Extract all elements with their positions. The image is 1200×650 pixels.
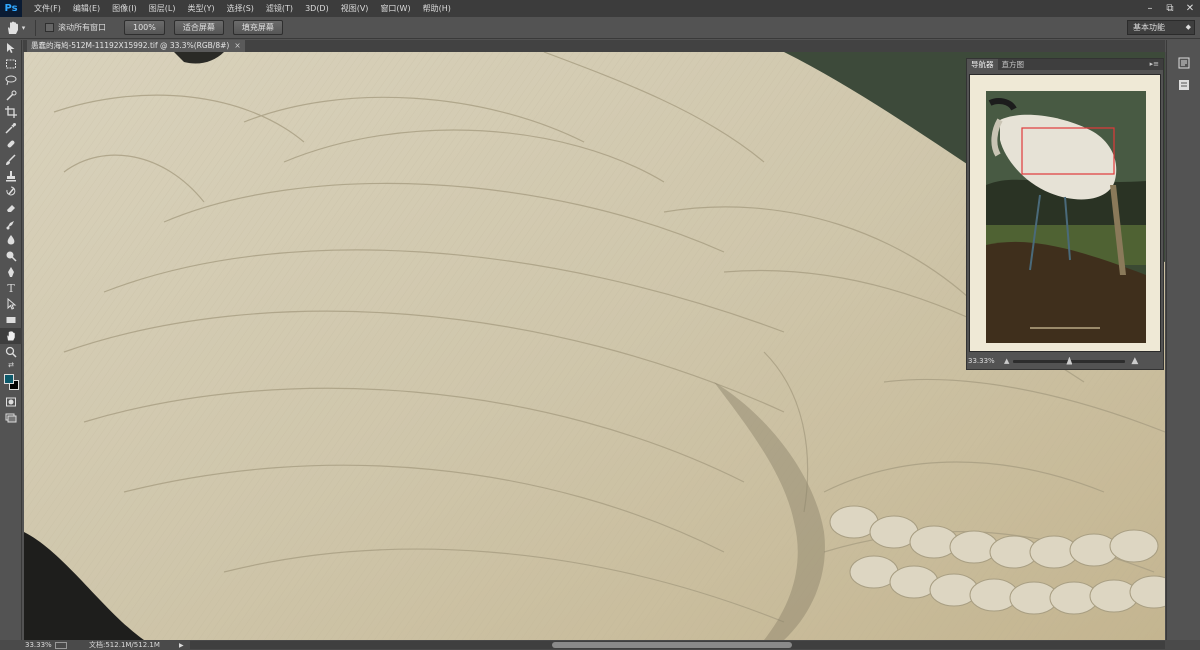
gradient-icon[interactable] [0,216,22,232]
menu-layer[interactable]: 图层(L) [143,0,182,17]
chevron-updown-icon: ◆ [1185,23,1191,31]
crop-icon[interactable] [0,104,22,120]
path-select-icon[interactable] [0,296,22,312]
status-menu-arrow-icon[interactable]: ▶ [179,642,184,649]
status-doc-info: 文档:512.1M/512.1M [89,641,160,649]
horizontal-scrollbar-thumb[interactable] [552,642,792,648]
navigator-tabs: 导航器 直方图 ▸≡ [967,59,1163,70]
zoom-out-icon[interactable]: ▲ [1004,357,1009,365]
rectangle-icon[interactable] [0,312,22,328]
color-swatches [0,372,22,394]
brush-icon[interactable] [0,152,22,168]
separator [35,19,36,36]
tab-navigator[interactable]: 导航器 [967,59,998,70]
zoom-slider[interactable] [1013,356,1126,365]
horizontal-scrollbar[interactable] [190,641,1165,649]
workspace-select[interactable]: 基本功能 ◆ [1127,20,1195,35]
type-icon[interactable]: T [0,280,22,296]
window-controls: – ⧉ ✕ [1140,0,1200,17]
zoom-100-button[interactable]: 100% [124,20,165,35]
document-info-icon [55,641,67,649]
tab-histogram[interactable]: 直方图 [998,59,1029,70]
menu-filter[interactable]: 滤镜(T) [260,0,299,17]
status-zoom[interactable]: 33.33% [25,641,55,649]
menu-image[interactable]: 图像(I) [106,0,143,17]
properties-panel-icon[interactable] [1167,74,1200,96]
navigator-zoom-value[interactable]: 33.33% [968,357,1004,365]
marquee-icon[interactable] [0,56,22,72]
menu-type[interactable]: 类型(Y) [181,0,220,17]
tool-preset-picker[interactable]: ▾ [0,19,30,37]
photoshop-logo: Ps [0,0,22,17]
document-tab-title: 愚蠢的海鸠-512M-11192X15992.tif @ 33.3%(RGB/8… [31,41,230,50]
menu-view[interactable]: 视图(V) [335,0,375,17]
restore-icon[interactable]: ⧉ [1160,0,1180,17]
workspace-label: 基本功能 [1133,23,1165,32]
zoom-slider-knob[interactable] [1066,356,1073,365]
close-icon[interactable]: ✕ [1180,0,1200,17]
hand-icon [7,21,18,34]
menu-help[interactable]: 帮助(H) [417,0,457,17]
navigator-panel: 导航器 直方图 ▸≡ 33.33% ▲ ▲ [966,58,1164,370]
fit-screen-button[interactable]: 适合屏幕 [173,20,224,35]
panel-menu-icon[interactable]: ▸≡ [1150,59,1159,70]
dodge-icon[interactable] [0,248,22,264]
history-brush-icon[interactable] [0,184,22,200]
menu-3d[interactable]: 3D(D) [299,0,335,17]
hand-tool-icon[interactable] [0,328,22,344]
toolbox: T ⇄ [0,40,22,640]
history-panel-icon[interactable] [1167,52,1200,74]
minimize-icon[interactable]: – [1140,0,1160,17]
eraser-icon[interactable] [0,200,22,216]
navigator-preview[interactable] [969,74,1161,352]
menu-file[interactable]: 文件(F) [28,0,67,17]
panel-dock [1166,40,1200,640]
scroll-all-windows-checkbox[interactable] [45,23,54,32]
document-tab[interactable]: 愚蠢的海鸠-512M-11192X15992.tif @ 33.3%(RGB/8… [27,40,245,52]
dropdown-arrow-icon: ▾ [21,23,26,32]
healing-brush-icon[interactable] [0,136,22,152]
blur-icon[interactable] [0,232,22,248]
scroll-all-windows-label: 滚动所有窗口 [58,23,106,32]
navigator-zoom-controls: 33.33% ▲ ▲ [967,353,1163,369]
move-icon[interactable] [0,40,22,56]
zoom-icon[interactable] [0,344,22,360]
menu-edit[interactable]: 编辑(E) [67,0,106,17]
quick-select-icon[interactable] [0,88,22,104]
menu-select[interactable]: 选择(S) [221,0,260,17]
close-tab-icon[interactable]: × [234,40,240,52]
pen-icon[interactable] [0,264,22,280]
status-bar: 33.33% 文档:512.1M/512.1M ▶ [0,640,1200,650]
swap-colors-icon[interactable]: ⇄ [0,360,22,370]
navigator-thumbnail [970,75,1160,351]
menu-bar: Ps 文件(F) 编辑(E) 图像(I) 图层(L) 类型(Y) 选择(S) 滤… [0,0,1200,17]
eyedropper-icon[interactable] [0,120,22,136]
foreground-color-swatch[interactable] [4,374,14,384]
document-tab-bar: 愚蠢的海鸠-512M-11192X15992.tif @ 33.3%(RGB/8… [23,40,1165,52]
quick-mask-icon[interactable] [0,394,22,410]
clone-stamp-icon[interactable] [0,168,22,184]
zoom-in-icon[interactable]: ▲ [1131,356,1138,366]
screen-mode-icon[interactable] [0,410,22,426]
lasso-icon[interactable] [0,72,22,88]
menu-window[interactable]: 窗口(W) [374,0,416,17]
fill-screen-button[interactable]: 填充屏幕 [232,20,283,35]
options-bar: ▾ 滚动所有窗口 100% 适合屏幕 填充屏幕 基本功能 ◆ [0,17,1200,39]
